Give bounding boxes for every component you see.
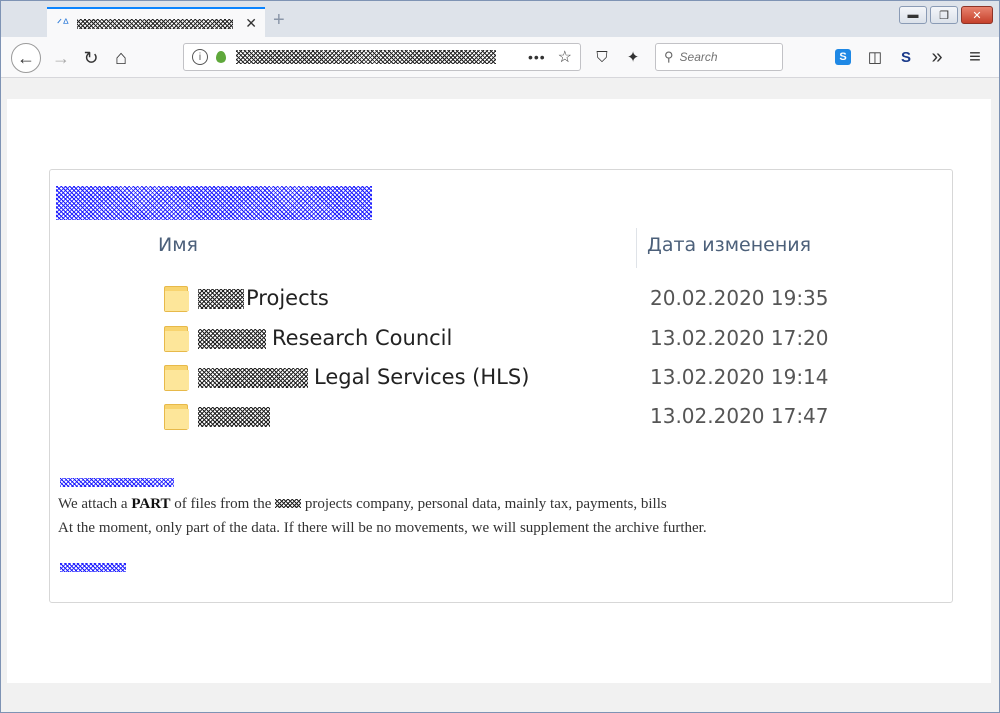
folder-icon	[164, 365, 189, 391]
page-content: Имя Дата изменения Projects 20.02.2020 1…	[7, 99, 991, 683]
folder-row: Legal Services (HLS) 13.02.2020 19:14	[164, 363, 829, 393]
tab-title-redacted	[77, 18, 233, 29]
forward-button[interactable]: →	[47, 44, 75, 72]
message-text: We attach a	[58, 496, 132, 512]
navigation-toolbar: ← → ↻ ⌂ i ••• ☆ ⛉ ✦ ⚲ S ◫ S » ≡	[1, 37, 999, 78]
column-separator	[636, 228, 637, 268]
folder-row: Projects 20.02.2020 19:35	[164, 284, 829, 314]
address-bar[interactable]: i ••• ☆	[183, 43, 581, 71]
sidebar-icon[interactable]: ◫	[865, 47, 885, 67]
folder-name: Legal Services (HLS)	[314, 365, 530, 389]
back-button[interactable]: ←	[11, 43, 41, 73]
folder-name: Research Council	[272, 326, 453, 350]
favicon-icon: ᐟᐞ	[56, 15, 70, 31]
browser-window: ᐟᐞ ✕ + ▬ ❐ ✕ ← → ↻ ⌂ i ••• ☆ ⛉ ✦ ⚲ S ◫ S…	[0, 0, 1000, 713]
name-redacted	[198, 407, 270, 427]
shield-icon[interactable]: ⛉	[592, 47, 612, 67]
browser-tab[interactable]: ᐟᐞ ✕	[47, 7, 265, 38]
search-icon: ⚲	[664, 49, 674, 64]
message-card: Имя Дата изменения Projects 20.02.2020 1…	[49, 169, 953, 603]
close-tab-icon[interactable]: ✕	[245, 15, 257, 32]
menu-icon[interactable]: ≡	[965, 46, 985, 68]
message-line-2: At the moment, only part of the data. If…	[58, 520, 707, 536]
name-redacted	[198, 329, 266, 349]
skype-icon[interactable]: S	[835, 49, 851, 65]
minimize-button[interactable]: ▬	[899, 6, 927, 24]
home-button[interactable]: ⌂	[107, 44, 135, 72]
s-extension-icon[interactable]: S	[896, 47, 916, 67]
new-tab-button[interactable]: +	[273, 9, 285, 32]
url-redacted	[236, 50, 496, 64]
folder-row: Research Council 13.02.2020 17:20	[164, 324, 829, 354]
company-redacted	[275, 499, 302, 508]
folder-date: 13.02.2020 19:14	[650, 365, 829, 389]
folder-row: 13.02.2020 17:47	[164, 402, 829, 432]
tor-onion-icon	[216, 51, 226, 63]
maximize-button[interactable]: ❐	[930, 6, 958, 24]
folder-date: 20.02.2020 19:35	[650, 286, 829, 310]
folder-icon	[164, 326, 189, 352]
message-bold-text: PART	[131, 496, 171, 512]
message-line-1: We attach a PART of files from the proje…	[58, 496, 667, 513]
folder-icon	[164, 286, 189, 312]
folder-date: 13.02.2020 17:20	[650, 326, 829, 350]
site-info-icon[interactable]: i	[192, 49, 208, 65]
close-window-button[interactable]: ✕	[961, 6, 993, 24]
name-redacted	[198, 289, 244, 309]
name-redacted	[198, 368, 308, 388]
greeting-redacted	[60, 478, 174, 487]
reload-button[interactable]: ↻	[77, 44, 105, 72]
status-bar	[1, 683, 999, 712]
title-bar: ᐟᐞ ✕ + ▬ ❐ ✕	[1, 1, 999, 38]
folder-icon	[164, 404, 189, 430]
search-input[interactable]	[677, 49, 772, 65]
heading-redacted	[56, 186, 372, 220]
folder-name: Projects	[246, 286, 329, 310]
name-column-header: Имя	[158, 234, 198, 256]
signature-redacted	[60, 563, 126, 572]
message-text: projects company, personal data, mainly …	[304, 496, 667, 512]
magic-wand-icon[interactable]: ✦	[623, 47, 643, 67]
message-text: of files from the	[170, 496, 272, 512]
search-box[interactable]: ⚲	[655, 43, 783, 71]
page-actions-menu[interactable]: •••	[528, 49, 546, 65]
folder-date: 13.02.2020 17:47	[650, 404, 829, 428]
bookmark-star-icon[interactable]: ☆	[558, 47, 572, 67]
overflow-icon[interactable]: »	[927, 46, 947, 68]
date-column-header: Дата изменения	[647, 234, 812, 256]
explorer-screenshot: Имя Дата изменения Projects 20.02.2020 1…	[140, 224, 840, 454]
